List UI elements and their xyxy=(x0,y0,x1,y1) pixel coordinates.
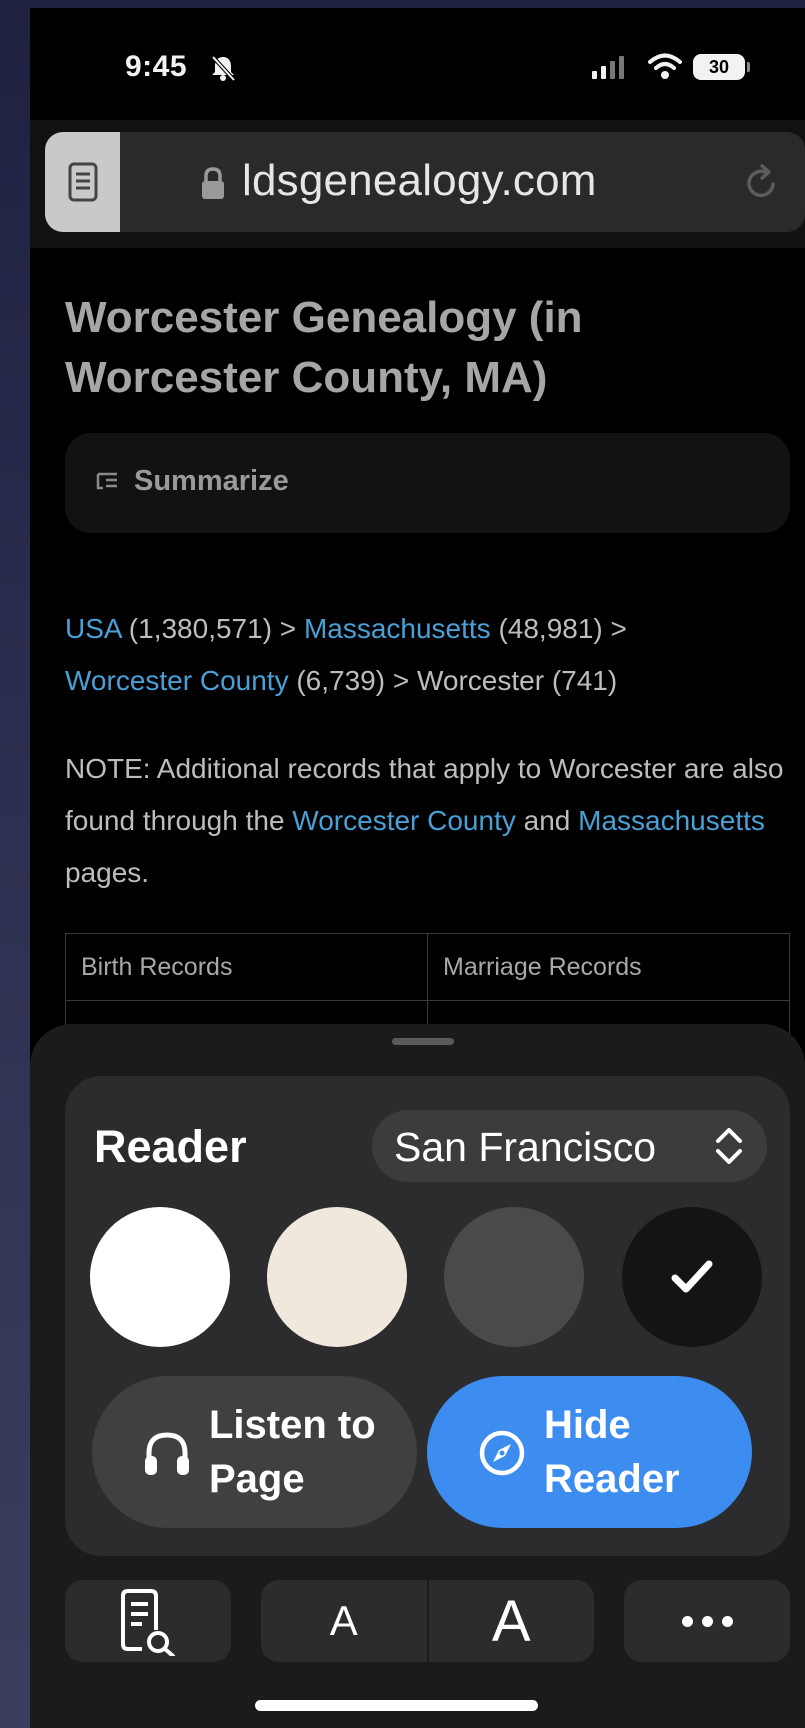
address-bar[interactable]: ldsgenealogy.com xyxy=(45,132,805,232)
reader-page-icon xyxy=(68,162,97,202)
hide-reader-label: Hide Reader xyxy=(544,1403,680,1501)
listen-to-page-button[interactable]: Listen to Page xyxy=(92,1376,417,1528)
note-suffix: pages. xyxy=(65,857,150,888)
lock-icon xyxy=(202,167,224,199)
chevron-up-down-icon xyxy=(716,1128,742,1164)
page-title: Worcester Genealogy (in Worcester County… xyxy=(65,293,583,402)
status-bar: 9:45 30 xyxy=(30,8,805,118)
font-picker[interactable]: San Francisco xyxy=(372,1110,767,1182)
records-table: Birth Records Marriage Records Cemetery … xyxy=(65,933,790,1038)
note-link-worcester-county[interactable]: Worcester County xyxy=(292,805,516,836)
wifi-icon xyxy=(648,53,682,79)
phone-screen: 9:45 30 ldsgenealogy.com Worcester Genea… xyxy=(30,8,805,1728)
table-cell-birth-records[interactable]: Birth Records xyxy=(65,933,428,1001)
hide-reader-button[interactable]: Hide Reader xyxy=(427,1376,752,1528)
bell-off-icon xyxy=(211,55,236,82)
decrease-font-button[interactable]: A xyxy=(261,1580,429,1662)
page-content: Worcester Genealogy (in Worcester County… xyxy=(30,248,805,1038)
reload-icon[interactable] xyxy=(745,164,779,200)
breadcrumb-count-massachusetts: (48,981) > xyxy=(490,613,627,644)
summarize-label: Summarize xyxy=(134,465,289,497)
headphones-icon xyxy=(145,1432,189,1475)
reader-title: Reader xyxy=(94,1121,247,1172)
more-icon xyxy=(681,1615,733,1627)
sheet-grabber[interactable] xyxy=(392,1038,454,1045)
breadcrumb-count-usa: (1,380,571) > xyxy=(121,613,304,644)
more-button[interactable] xyxy=(624,1580,790,1662)
breadcrumb-link-usa[interactable]: USA xyxy=(65,613,121,644)
reader-mode-button[interactable] xyxy=(45,132,120,232)
font-size-control: A A xyxy=(261,1580,594,1662)
url-text: ldsgenealogy.com xyxy=(242,156,597,205)
note-paragraph: NOTE: Additional records that apply to W… xyxy=(65,743,785,899)
checkmark-icon xyxy=(671,1260,713,1293)
breadcrumb-current-city: Worcester (741) xyxy=(416,665,618,696)
breadcrumb-count-county: (6,739) > xyxy=(288,665,417,696)
breadcrumb-link-massachusetts[interactable]: Massachusetts xyxy=(304,613,491,644)
find-on-page-button[interactable] xyxy=(65,1580,231,1662)
note-and: and xyxy=(515,805,579,836)
theme-sepia-swatch[interactable] xyxy=(267,1207,407,1347)
listen-to-page-label: Listen to Page xyxy=(209,1403,376,1501)
note-link-massachusetts[interactable]: Massachusetts xyxy=(578,805,765,836)
cellular-signal-icon xyxy=(592,56,624,79)
theme-gray-swatch[interactable] xyxy=(444,1207,584,1347)
table-cell-marriage-records[interactable]: Marriage Records xyxy=(427,933,790,1001)
home-indicator[interactable] xyxy=(255,1700,538,1711)
increase-font-button[interactable]: A xyxy=(429,1580,595,1662)
reader-sheet: Reader San Francisco Listen to Page Hide… xyxy=(30,1024,805,1728)
breadcrumb-link-worcester-county[interactable]: Worcester County xyxy=(65,665,289,696)
status-time: 9:45 xyxy=(125,50,188,83)
theme-black-swatch[interactable] xyxy=(622,1207,762,1347)
theme-white-swatch[interactable] xyxy=(90,1207,230,1347)
font-name: San Francisco xyxy=(394,1124,657,1170)
reader-settings-card: Reader San Francisco Listen to Page Hide… xyxy=(65,1076,790,1556)
table-row: Birth Records Marriage Records xyxy=(65,933,790,1001)
breadcrumb: USA (1,380,571) > Massachusetts (48,981)… xyxy=(65,603,785,707)
summarize-button[interactable]: Summarize xyxy=(65,433,790,533)
summarize-icon xyxy=(96,472,117,490)
battery-icon: 30 xyxy=(693,54,750,80)
browser-toolbar: ldsgenealogy.com xyxy=(30,120,805,248)
compass-icon xyxy=(479,1430,525,1476)
find-on-page-icon xyxy=(121,1589,175,1656)
